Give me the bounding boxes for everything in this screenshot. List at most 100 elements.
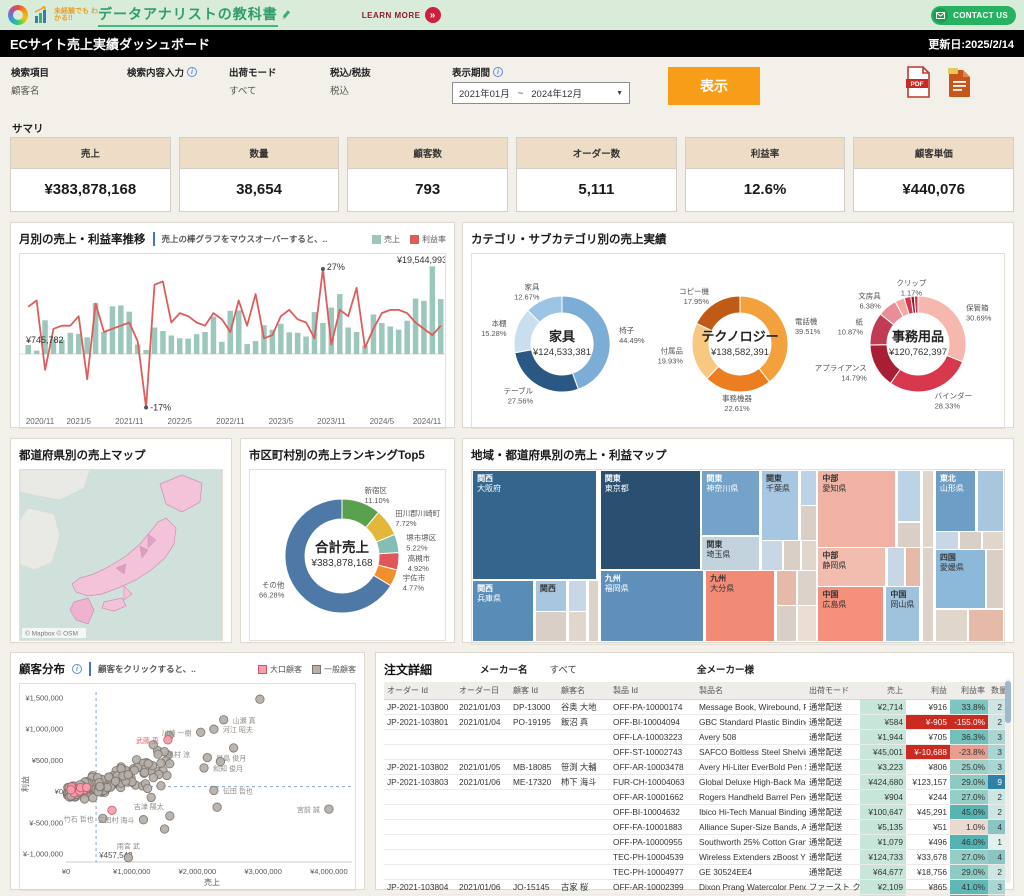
column-header[interactable]: 顧客 Id [510,682,558,700]
column-header[interactable]: 出荷モード [806,682,860,700]
column-header[interactable]: 製品名 [696,682,806,700]
column-header[interactable]: 利益率 [950,682,988,700]
period-select[interactable]: 2021年01月 ~ 2024年12月 ▼ [452,82,630,104]
treemap-cell[interactable] [777,571,796,605]
treemap-cell[interactable]: 関東東京都 [601,471,700,570]
treemap-cell[interactable] [987,550,1003,608]
table-cell: ¥64,677 [860,865,906,880]
japan-map[interactable]: © Mapbox © OSM [20,470,223,640]
treemap-cell[interactable] [983,532,1003,548]
column-header[interactable]: 製品 Id [610,682,696,700]
contact-us-button[interactable]: CONTACT US [931,6,1016,25]
info-icon[interactable]: i [187,67,197,77]
table-cell: ¥806 [906,760,950,775]
treemap-cell[interactable]: 関西大阪府 [473,471,596,580]
tax-value[interactable]: 税込 [330,83,371,97]
svg-text:椅子: 椅子 [619,325,635,335]
table-row[interactable]: OFF-LA-10003223Avery 508通常配送¥1,944¥70536… [384,730,1005,745]
table-row[interactable]: TEC-PH-10004977GE 30524EE4通常配送¥64,677¥18… [384,865,1005,880]
treemap-cell[interactable] [801,506,816,540]
monthly-bar-line-chart[interactable]: 2020/112021/52021/112022/52022/112023/52… [20,254,446,429]
treemap-cell[interactable] [536,612,566,641]
treemap-cell[interactable] [906,548,920,585]
treemap-cell[interactable] [798,571,816,605]
table-cell: ¥244 [906,790,950,805]
table-row[interactable]: JP-2021-1038012021/01/04PO-19195飯沼 真OFF-… [384,715,1005,730]
table-row[interactable]: OFF-ST-10002743SAFCO Boltless Steel Shel… [384,745,1005,760]
table-scrollbar[interactable] [1005,679,1011,883]
table-cell: 通常配送 [806,775,860,790]
info-icon[interactable]: i [72,664,82,674]
orders-table[interactable]: オーダー Idオーダー日顧客 Id顧客名製品 Id製品名出荷モード売上利益利益率… [384,682,1005,896]
learn-more-button[interactable]: LEARN MORE » [362,7,441,23]
treemap-cell[interactable]: 中国広島県 [818,587,883,642]
treemap-cell[interactable]: 九州大分県 [706,571,774,641]
column-header[interactable]: 顧客名 [558,682,610,700]
column-header[interactable]: 利益 [906,682,950,700]
treemap-cell[interactable] [802,541,815,569]
table-row[interactable]: JP-2021-1038022021/01/05MB-18085笹渕 大輔OFF… [384,760,1005,775]
table-cell: ¥904 [860,790,906,805]
treemap-cell[interactable] [762,541,782,569]
treemap-cell[interactable] [801,471,816,505]
sales-profit-treemap[interactable]: 関西大阪府関西兵庫県関西 関東東京都九州福岡県 関東神奈川県関東埼玉県九州大分県 関東… [472,470,1004,642]
table-row[interactable]: JP-2021-1038002021/01/03DP-13000谷奥 大地OFF… [384,700,1005,715]
treemap-cell[interactable]: 関東埼玉県 [702,537,758,570]
treemap-cell[interactable]: 中部愛知県 [818,471,895,547]
treemap-cell[interactable] [589,581,598,641]
treemap-cell[interactable] [969,610,1003,641]
treemap-cell[interactable] [978,471,1003,531]
treemap-cell[interactable]: 中部静岡県 [818,548,885,585]
treemap-cell[interactable] [923,548,934,641]
customer-scatter-chart[interactable]: ¥1,500,000¥1,000,000¥500,000¥0¥-500,000¥… [20,684,356,890]
treemap-cell[interactable] [777,606,796,641]
treemap-cell[interactable] [888,548,904,585]
treemap-cell[interactable]: 東北山形県 [936,471,975,531]
treemap-cell[interactable] [936,532,958,548]
column-header[interactable]: 売上 [860,682,906,700]
column-header[interactable]: オーダー Id [384,682,456,700]
treemap-cell[interactable]: 関西 [536,581,566,610]
table-cell: 27.0% [950,850,988,865]
treemap-cell[interactable]: 九州福岡県 [601,571,704,641]
table-row[interactable]: JP-2021-1038032021/01/06ME-17320柿下 海斗FUR… [384,775,1005,790]
treemap-cell[interactable] [798,606,816,641]
treemap-cell[interactable]: 関東千葉県 [762,471,798,541]
treemap-cell[interactable]: 関東神奈川県 [702,471,758,536]
info-icon[interactable]: i [493,67,503,77]
table-row[interactable]: OFF-AR-10001662Rogers Handheld Barrel Pe… [384,790,1005,805]
treemap-cell[interactable] [569,612,586,641]
order-details-panel: 注文詳細 メーカー名 すべて 全メーカー様 オーダー Idオーダー日顧客 Id顧… [375,652,1014,890]
category-donut-charts[interactable]: 椅子44.49%テーブル27.56%本棚15.28%家具12.67%家具¥124… [472,254,1005,429]
table-cell: ¥45,001 [860,745,906,760]
show-button[interactable]: 表示 [668,67,760,105]
table-row[interactable]: JP-2021-1038042021/01/06JO-15145古家 桜OFF-… [384,880,1005,895]
treemap-cell[interactable] [569,581,586,610]
treemap-cell[interactable] [898,471,920,522]
column-header[interactable]: 数量 [988,682,1005,700]
table-row[interactable]: OFF-BI-10004632Ibico Hi-Tech Manual Bind… [384,805,1005,820]
svg-text:三田村 海斗: 三田村 海斗 [98,816,135,825]
treemap-cell[interactable]: 四国愛媛県 [936,550,985,608]
treemap-cell[interactable]: 関西兵庫県 [473,581,533,641]
search-field-value[interactable]: 顧客名 [11,83,49,97]
treemap-cell[interactable] [784,541,800,569]
table-cell [456,730,510,745]
table-cell [558,790,610,805]
table-row[interactable]: OFF-FA-10001883Alliance Super-Size Bands… [384,820,1005,835]
table-cell: ¥424,680 [860,775,906,790]
treemap-cell[interactable] [923,471,934,547]
table-row[interactable]: OFF-PA-10000955Southworth 25% Cotton Gra… [384,835,1005,850]
treemap-cell[interactable]: 中国岡山県 [886,587,918,642]
city-ranking-donut[interactable]: 新宿区11.10%田川郡川崎町7.72%堺市堺区5.22%高槻市4.92%宇佐市… [250,470,446,640]
column-header[interactable]: オーダー日 [456,682,510,700]
treemap-cell[interactable] [936,610,967,641]
table-row[interactable]: TEC-PH-10004539Wireless Extenders zBoost… [384,850,1005,865]
scrollbar-thumb[interactable] [1005,681,1011,723]
ship-mode-value[interactable]: すべて [229,83,277,97]
maker-select[interactable]: すべて [550,662,577,676]
treemap-cell[interactable] [898,523,920,547]
report-export-icon[interactable] [947,66,972,98]
treemap-cell[interactable] [960,532,980,548]
pdf-export-icon[interactable]: PDF [905,66,931,98]
